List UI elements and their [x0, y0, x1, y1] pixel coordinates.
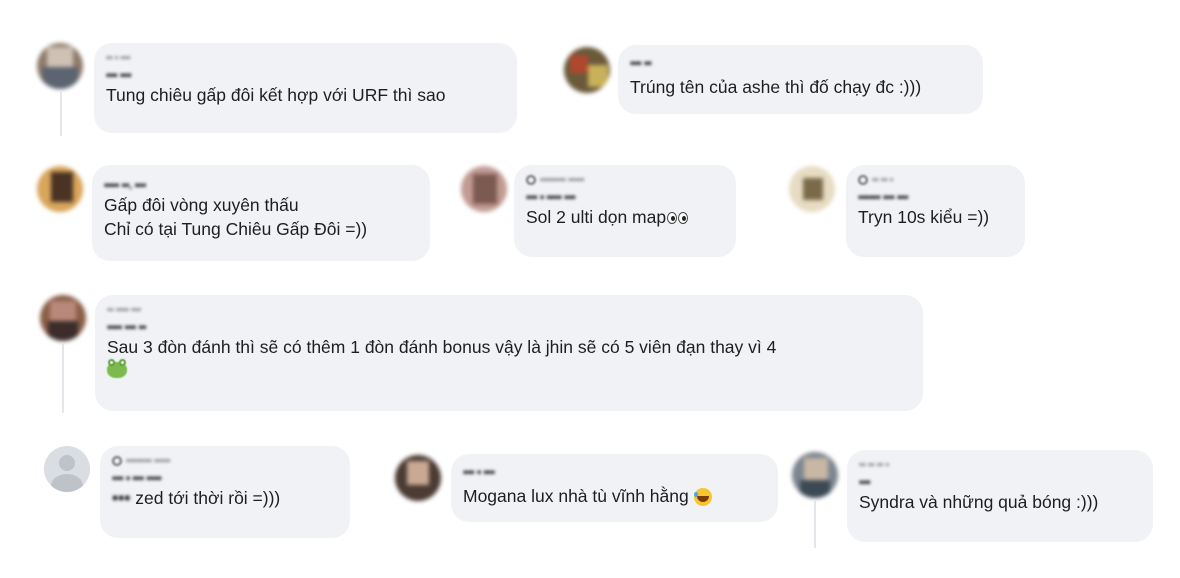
commenter-name[interactable]: ••• •• — [630, 56, 652, 70]
comment-bubble: •••••••• ••••• ••• • ••• •••• ••• zed tớ… — [100, 446, 350, 538]
comment-text: Mogana lux nhà tù vĩnh hằng — [463, 486, 689, 506]
avatar[interactable] — [792, 452, 838, 498]
comment-text-line-1: Gấp đôi vòng xuyên thấu — [104, 195, 299, 215]
badge-icon — [858, 175, 868, 185]
comment-text: Tryn 10s kiểu =)) — [858, 207, 990, 227]
avatar[interactable] — [789, 166, 835, 212]
comment-text: zed tới thời rồi =))) — [135, 488, 281, 508]
commenter-name[interactable]: ••• — [859, 475, 871, 489]
comment-text: Tung chiêu gấp đôi kết hợp với URF thì s… — [106, 85, 446, 105]
comment-bubble: •••• ••. ••• Gấp đôi vòng xuyên thấu Chỉ… — [92, 165, 430, 261]
comment-text: Sau 3 đòn đánh thì sẽ có thêm 1 đòn đánh… — [107, 337, 777, 357]
thread-line — [62, 343, 64, 413]
comment-text: Trúng tên của ashe thì đố chạy đc :))) — [630, 77, 922, 97]
avatar[interactable] — [461, 166, 507, 212]
thread-line — [814, 500, 816, 548]
commenter-name[interactable]: •••• ••• •• — [107, 320, 146, 334]
commenter-name[interactable]: ••• • ••• — [463, 465, 495, 479]
comment-text: Syndra và những quả bóng :))) — [859, 492, 1099, 512]
comment-text-wrap: ••• zed tới thời rồi =))) — [112, 486, 338, 510]
comment-meta: •••••••• ••••• — [126, 455, 171, 467]
comment-bubble: •••••••• ••••• ••• • •••• ••• Sol 2 ulti… — [514, 165, 736, 257]
avatar[interactable] — [37, 166, 83, 212]
badge-icon — [526, 175, 536, 185]
comment-bubble: ••• • ••• Mogana lux nhà tù vĩnh hằng — [451, 454, 778, 522]
mention-tag[interactable]: ••• — [112, 488, 130, 508]
commenter-name[interactable]: •••• ••. ••• — [104, 178, 146, 192]
commenter-name[interactable]: ••• • ••• •••• — [112, 471, 162, 485]
comment-meta: •• • ••• — [106, 52, 131, 64]
avatar[interactable] — [40, 295, 86, 341]
comment-bubble: •• •••• ••• •••• ••• •• Sau 3 đòn đánh t… — [95, 295, 923, 411]
comment-meta: •• •• • — [872, 174, 893, 186]
comment-bubble: •• •• •• • ••• Syndra và những quả bóng … — [847, 450, 1153, 542]
comment-meta: •• •• •• • — [859, 459, 889, 471]
comment-bubble: •• • ••• ••• ••• Tung chiêu gấp đôi kết … — [94, 43, 517, 133]
thread-line — [60, 92, 62, 136]
comment-text-wrap: Sol 2 ulti dọn map — [526, 205, 724, 229]
comment-meta: •• •••• ••• — [107, 304, 141, 316]
laughing-emoji-icon — [693, 488, 712, 507]
comment-bubble: ••• •• Trúng tên của ashe thì đố chạy đc… — [618, 45, 983, 114]
badge-icon — [112, 456, 122, 466]
commenter-name[interactable]: ••• ••• — [106, 68, 132, 82]
frog-emoji-icon — [107, 358, 127, 378]
comment-text: Sol 2 ulti dọn map — [526, 207, 667, 227]
comment-meta: •••••••• ••••• — [540, 174, 585, 186]
commenter-name[interactable]: •••••• ••• ••• — [858, 190, 909, 204]
default-avatar-icon[interactable] — [44, 446, 90, 492]
commenter-name[interactable]: ••• • •••• ••• — [526, 190, 576, 204]
avatar[interactable] — [395, 455, 441, 501]
eyes-emoji-icon — [666, 211, 690, 225]
avatar[interactable] — [564, 47, 610, 93]
comment-bubble: •• •• • •••••• ••• ••• Tryn 10s kiểu =)) — [846, 165, 1025, 257]
comment-text-line-2: Chỉ có tại Tung Chiêu Gấp Đôi =)) — [104, 219, 368, 239]
avatar[interactable] — [37, 43, 83, 89]
comment-text-wrap: Mogana lux nhà tù vĩnh hằng — [463, 484, 766, 508]
